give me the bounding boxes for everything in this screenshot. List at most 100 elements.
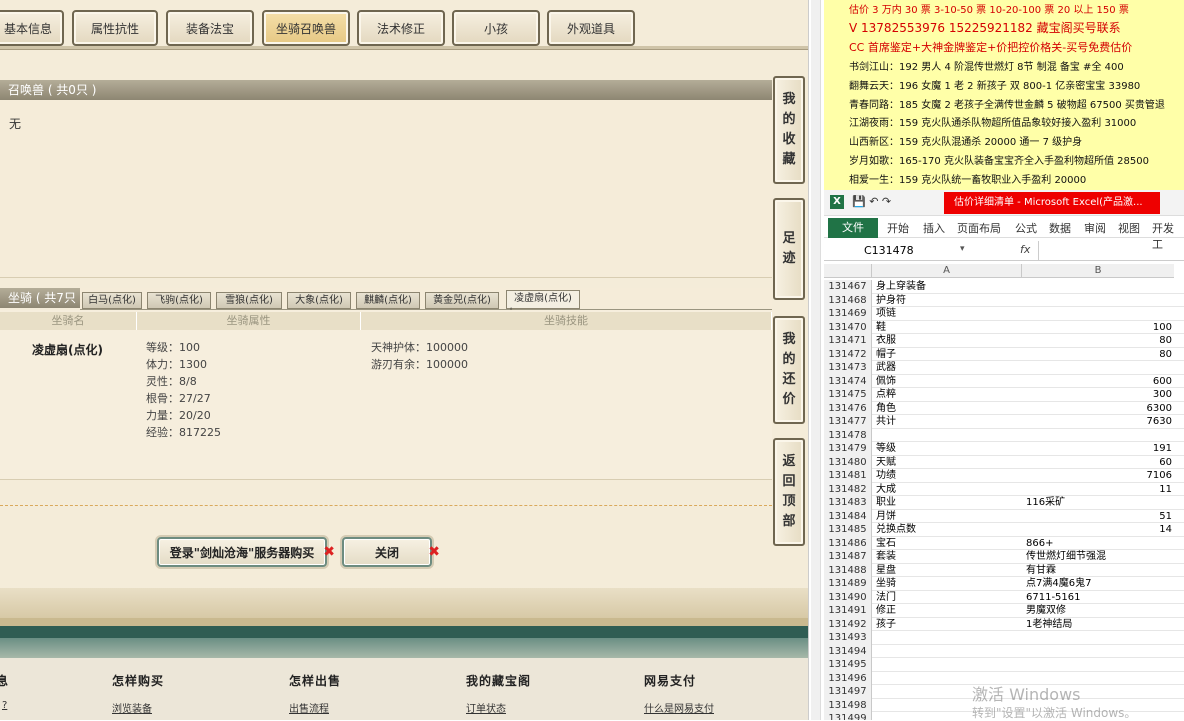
- my-favorites-button[interactable]: 我的收藏: [773, 76, 805, 184]
- cell-b[interactable]: 6711-5161: [1026, 591, 1172, 605]
- table-row[interactable]: 131494: [824, 644, 1184, 658]
- cell-a[interactable]: 法门: [876, 591, 896, 605]
- cell-b[interactable]: 866+: [1026, 537, 1172, 551]
- footprint-button[interactable]: 足迹: [773, 198, 805, 300]
- cell-a[interactable]: 等级: [876, 442, 896, 456]
- mount-subtab[interactable]: 大象(点化): [287, 292, 351, 309]
- table-row[interactable]: 131467 身上穿装备: [824, 280, 1184, 294]
- cell-a[interactable]: 护身符: [876, 294, 906, 308]
- mount-subtab[interactable]: 白马(点化): [82, 292, 142, 309]
- row-number[interactable]: 131488: [824, 563, 872, 577]
- table-row[interactable]: 131476 角色 6300: [824, 401, 1184, 415]
- ribbon-tab[interactable]: 视图: [1118, 220, 1140, 236]
- cell-b[interactable]: 11: [1026, 483, 1172, 497]
- tab-basic-info[interactable]: 基本信息: [0, 10, 64, 46]
- formula-input[interactable]: [1038, 241, 1184, 260]
- table-row[interactable]: 131487 套装 传世燃灯细节强混: [824, 550, 1184, 564]
- footer-link[interactable]: 什么是网易支付: [644, 700, 714, 715]
- table-row[interactable]: 131469 项链: [824, 307, 1184, 321]
- cell-b[interactable]: 51: [1026, 510, 1172, 524]
- tab-appearance[interactable]: 外观道具: [547, 10, 635, 46]
- cell-b[interactable]: 传世燃灯细节强混: [1026, 550, 1172, 564]
- cell-b[interactable]: 80: [1026, 348, 1172, 362]
- footer-link[interactable]: 浏览装备: [112, 700, 152, 715]
- ribbon-tab[interactable]: 插入: [923, 220, 945, 236]
- cell-b[interactable]: 300: [1026, 388, 1172, 402]
- table-row[interactable]: 131471 衣服 80: [824, 334, 1184, 348]
- cell-a[interactable]: 套装: [876, 550, 896, 564]
- cell-a[interactable]: 宝石: [876, 537, 896, 551]
- table-row[interactable]: 131473 武器: [824, 361, 1184, 375]
- row-number[interactable]: 131483: [824, 496, 872, 510]
- ribbon-tab[interactable]: 页面布局: [957, 220, 1001, 236]
- row-number[interactable]: 131498: [824, 698, 872, 712]
- ribbon-tab[interactable]: 公式: [1015, 220, 1037, 236]
- row-number[interactable]: 131473: [824, 361, 872, 375]
- row-number[interactable]: 131471: [824, 334, 872, 348]
- row-number[interactable]: 131470: [824, 320, 872, 334]
- table-row[interactable]: 131477 共计 7630: [824, 415, 1184, 429]
- cell-a[interactable]: 点粹: [876, 388, 896, 402]
- table-row[interactable]: 131483 职业 116采矿: [824, 496, 1184, 510]
- cell-b[interactable]: 191: [1026, 442, 1172, 456]
- cell-a[interactable]: 项链: [876, 307, 896, 321]
- cell-b[interactable]: 600: [1026, 375, 1172, 389]
- cell-a[interactable]: 月饼: [876, 510, 896, 524]
- tab-mounts-summons[interactable]: 坐骑召唤兽: [262, 10, 350, 46]
- row-number[interactable]: 131481: [824, 469, 872, 483]
- cell-a[interactable]: 修正: [876, 604, 896, 618]
- ribbon-tab[interactable]: 审阅: [1084, 220, 1106, 236]
- table-row[interactable]: 131488 星盘 有甘霖: [824, 563, 1184, 578]
- row-number[interactable]: 131480: [824, 455, 872, 469]
- login-buy-button[interactable]: 登录"剑灿沧海"服务器购买 ✖: [157, 537, 335, 567]
- tab-equipment[interactable]: 装备法宝: [166, 10, 254, 46]
- mount-subtab[interactable]: 雪狼(点化): [216, 292, 282, 309]
- select-all-corner[interactable]: [824, 264, 872, 278]
- cell-a[interactable]: 天赋: [876, 456, 896, 470]
- fx-icon[interactable]: fx: [1020, 243, 1030, 256]
- row-number[interactable]: 131479: [824, 442, 872, 456]
- row-number[interactable]: 131495: [824, 658, 872, 672]
- table-row[interactable]: 131478: [824, 428, 1184, 442]
- cell-b[interactable]: 1老神结局: [1026, 618, 1172, 632]
- row-number[interactable]: 131474: [824, 374, 872, 388]
- cell-a[interactable]: 鞋: [876, 321, 886, 335]
- cell-b[interactable]: 7106: [1026, 469, 1172, 483]
- row-number[interactable]: 131475: [824, 388, 872, 402]
- row-number[interactable]: 131492: [824, 617, 872, 631]
- table-row[interactable]: 131472 帽子 80: [824, 347, 1184, 362]
- cell-b[interactable]: 80: [1026, 334, 1172, 348]
- cell-b[interactable]: 100: [1026, 321, 1172, 335]
- table-row[interactable]: 131491 修正 男魔双修: [824, 604, 1184, 618]
- mount-subtab-active[interactable]: 凌虚扇(点化): [506, 290, 580, 309]
- table-row[interactable]: 131480 天赋 60: [824, 455, 1184, 470]
- row-number[interactable]: 131496: [824, 671, 872, 685]
- row-number[interactable]: 131484: [824, 509, 872, 523]
- row-number[interactable]: 131489: [824, 577, 872, 591]
- table-row[interactable]: 131481 功绩 7106: [824, 469, 1184, 483]
- row-number[interactable]: 131494: [824, 644, 872, 658]
- row-number[interactable]: 131477: [824, 415, 872, 429]
- cell-a[interactable]: 共计: [876, 415, 896, 429]
- row-number[interactable]: 131468: [824, 293, 872, 307]
- mount-subtab[interactable]: 飞驹(点化): [147, 292, 211, 309]
- mount-subtab[interactable]: 麒麟(点化): [356, 292, 420, 309]
- row-number[interactable]: 131487: [824, 550, 872, 564]
- scrollbar[interactable]: [811, 0, 821, 720]
- cell-a[interactable]: 衣服: [876, 334, 896, 348]
- footer-link[interactable]: ?: [2, 700, 7, 711]
- column-header-b[interactable]: B: [1022, 264, 1174, 278]
- cell-b[interactable]: 有甘霖: [1026, 564, 1172, 578]
- row-number[interactable]: 131491: [824, 604, 872, 618]
- footer-link[interactable]: 订单状态: [466, 700, 506, 715]
- cell-b[interactable]: 116采矿: [1026, 496, 1172, 510]
- chevron-down-icon[interactable]: ▾: [960, 244, 965, 254]
- quick-access-icons[interactable]: 💾 ↶ ↷: [852, 195, 891, 208]
- row-number[interactable]: 131469: [824, 307, 872, 321]
- table-row[interactable]: 131468 护身符: [824, 293, 1184, 308]
- cell-a[interactable]: 功绩: [876, 469, 896, 483]
- cell-b[interactable]: 60: [1026, 456, 1172, 470]
- mount-subtab[interactable]: 黄金兕(点化): [425, 292, 499, 309]
- column-header-a[interactable]: A: [872, 264, 1022, 278]
- tab-attributes[interactable]: 属性抗性: [72, 10, 158, 46]
